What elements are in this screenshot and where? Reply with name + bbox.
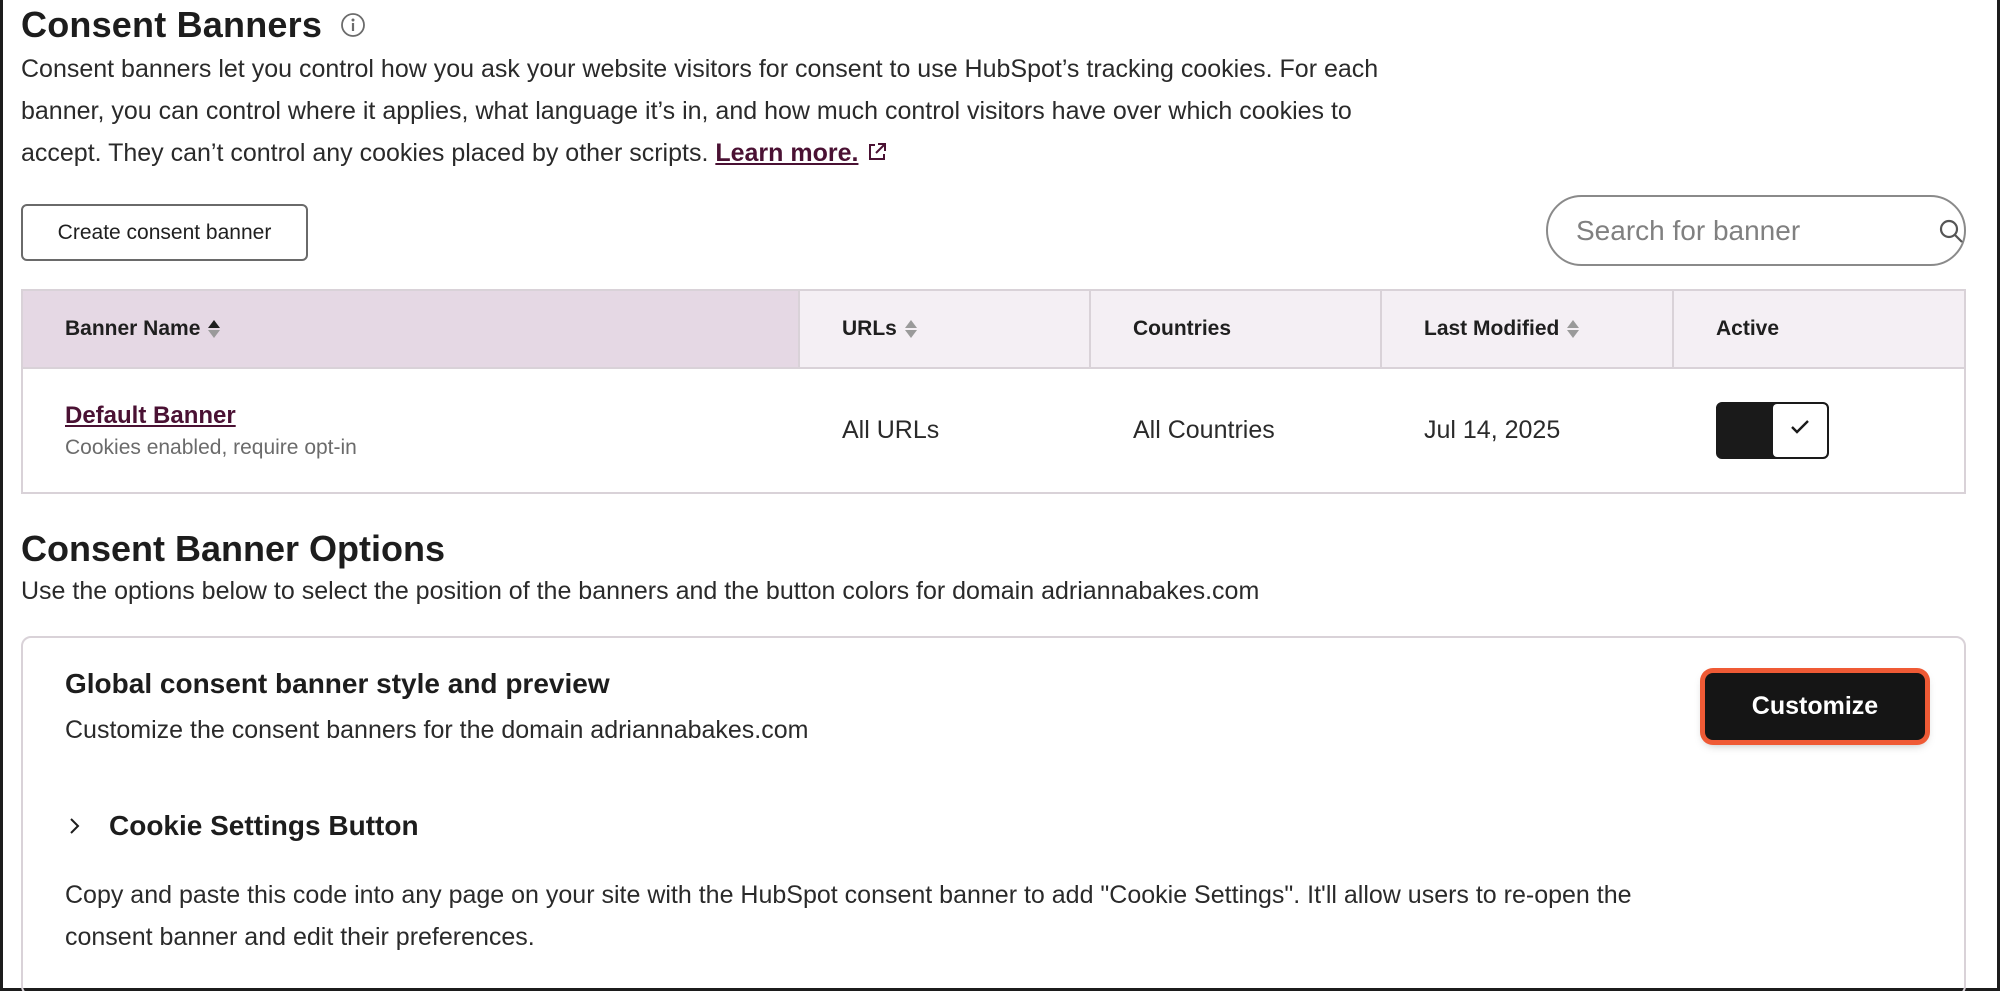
intro-text: Consent banners let you control how you … — [21, 48, 1421, 174]
banner-name-link[interactable]: Default Banner — [65, 402, 236, 430]
toggle-track — [1718, 404, 1773, 457]
column-label: Banner Name — [65, 317, 201, 340]
search-input[interactable] — [1576, 214, 1937, 247]
toggle-knob — [1773, 404, 1827, 457]
sort-icon[interactable] — [1567, 320, 1580, 338]
active-toggle[interactable] — [1716, 402, 1829, 459]
check-icon — [1788, 415, 1812, 446]
options-subtitle: Use the options below to select the posi… — [21, 577, 1260, 605]
column-label: Active — [1716, 317, 1780, 340]
external-link-icon[interactable] — [866, 134, 888, 160]
cookie-settings-toggle[interactable]: Cookie Settings Button — [65, 810, 419, 842]
column-label: Countries — [1133, 317, 1232, 340]
title-row: Consent Banners — [21, 4, 366, 46]
column-label: Last Modified — [1424, 317, 1560, 340]
card-subtitle: Customize the consent banners for the do… — [65, 716, 809, 744]
last-modified-cell: Jul 14, 2025 — [1424, 416, 1561, 444]
options-title: Consent Banner Options — [21, 528, 446, 569]
column-last-modified[interactable]: Last Modified — [1382, 291, 1674, 367]
global-style-card: Global consent banner style and preview … — [21, 636, 1966, 991]
column-label: URLs — [842, 317, 897, 340]
banner-name-cell: Default Banner Cookies enabled, require … — [23, 369, 800, 492]
countries-cell: All Countries — [1133, 416, 1275, 444]
table-row: Default Banner Cookies enabled, require … — [23, 369, 1964, 492]
cookie-settings-description: Copy and paste this code into any page o… — [65, 881, 1632, 951]
sort-icon[interactable] — [904, 320, 917, 338]
card-title: Global consent banner style and preview — [65, 668, 610, 699]
column-banner-name[interactable]: Banner Name — [23, 291, 800, 367]
cookie-settings-title: Cookie Settings Button — [109, 810, 419, 841]
page-title: Consent Banners — [21, 4, 323, 45]
column-countries: Countries — [1091, 291, 1382, 367]
banners-table: Banner Name URLs Countries Last Modified… — [21, 289, 1966, 494]
info-icon[interactable] — [340, 12, 366, 38]
urls-cell: All URLs — [842, 416, 940, 444]
column-active: Active — [1674, 291, 1964, 367]
banner-subtitle: Cookies enabled, require opt-in — [65, 435, 357, 459]
sort-icon[interactable] — [208, 320, 221, 338]
create-consent-banner-button[interactable]: Create consent banner — [21, 204, 308, 261]
customize-button[interactable]: Customize — [1705, 673, 1925, 740]
search-box[interactable] — [1546, 195, 1966, 266]
chevron-right-icon[interactable] — [65, 816, 85, 836]
table-header: Banner Name URLs Countries Last Modified… — [23, 291, 1964, 369]
learn-more-link[interactable]: Learn more. — [715, 139, 858, 167]
intro-paragraph: Consent banners let you control how you … — [21, 55, 1379, 167]
column-urls[interactable]: URLs — [800, 291, 1091, 367]
active-cell — [1674, 369, 1964, 492]
search-icon[interactable] — [1937, 217, 1965, 245]
